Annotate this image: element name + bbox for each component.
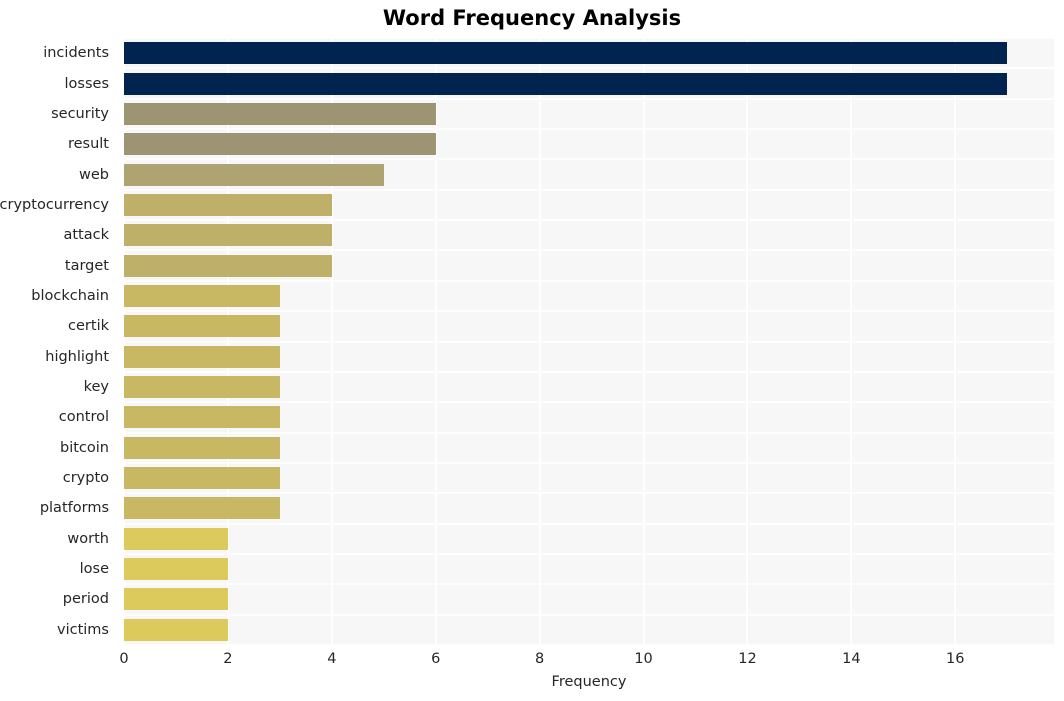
bar xyxy=(124,467,280,490)
bar xyxy=(124,345,280,368)
gridline-horizontal xyxy=(124,644,1054,645)
gridline-horizontal xyxy=(124,522,1054,525)
y-axis-tick-label: period xyxy=(62,591,109,608)
gridline-horizontal xyxy=(124,461,1054,464)
y-axis-tick-label: blockchain xyxy=(31,287,109,304)
gridline-vertical xyxy=(850,38,853,645)
bar xyxy=(124,133,436,156)
x-axis-tick-label: 14 xyxy=(842,651,861,667)
bar xyxy=(124,254,332,277)
y-axis-tick-label: lose xyxy=(79,561,109,578)
y-axis-tick-label: victims xyxy=(57,621,109,638)
bar xyxy=(124,527,228,550)
gridline-horizontal xyxy=(124,370,1054,373)
y-axis-tick-label: certik xyxy=(68,318,109,335)
gridline-horizontal xyxy=(124,219,1054,222)
bar xyxy=(124,436,280,459)
gridline-horizontal xyxy=(124,38,1054,39)
x-axis-tick-label: 16 xyxy=(946,651,965,667)
x-axis-tick-label: 4 xyxy=(327,651,337,667)
gridline-vertical xyxy=(330,38,333,645)
y-axis-tick-label: web xyxy=(79,166,109,183)
y-axis-tick-label: losses xyxy=(64,75,109,92)
gridline-vertical xyxy=(954,38,957,645)
bar xyxy=(124,588,228,611)
plot-area xyxy=(124,38,1054,645)
y-axis-tick-label: key xyxy=(83,379,109,396)
gridline-horizontal xyxy=(124,401,1054,404)
y-axis-tick-label: worth xyxy=(67,530,109,547)
bar xyxy=(124,618,228,641)
gridline-vertical xyxy=(226,38,229,645)
gridline-horizontal xyxy=(124,340,1054,343)
x-axis-tick-label: 8 xyxy=(535,651,545,667)
bar xyxy=(124,558,228,581)
gridline-vertical xyxy=(642,38,645,645)
gridline-horizontal xyxy=(124,431,1054,434)
chart-figure: Word Frequency Analysis incidents losses s… xyxy=(0,0,1064,701)
y-axis-tick-label: attack xyxy=(63,227,109,244)
y-axis-tick-label: security xyxy=(51,105,109,122)
bar xyxy=(124,102,436,125)
y-axis-tick-label: result xyxy=(67,136,109,153)
x-axis-tick-label: 12 xyxy=(738,651,757,667)
gridline-horizontal xyxy=(124,492,1054,495)
bar xyxy=(124,376,280,399)
bar xyxy=(124,193,332,216)
y-axis-tick-label: highlight xyxy=(45,348,109,365)
gridline-horizontal xyxy=(124,249,1054,252)
gridline-vertical xyxy=(124,38,125,645)
y-axis-tick-labels: incidents losses security result web cryptocu… xyxy=(0,0,118,701)
gridline-horizontal xyxy=(124,97,1054,100)
y-axis-tick-label: bitcoin xyxy=(60,439,109,456)
y-axis-tick-label: crypto xyxy=(62,470,109,487)
bar xyxy=(124,163,384,186)
gridline-horizontal xyxy=(124,310,1054,313)
bar xyxy=(124,284,280,307)
x-axis-tick-label: 6 xyxy=(431,651,441,667)
x-axis-tick-label: 0 xyxy=(119,651,129,667)
chart-title: Word Frequency Analysis xyxy=(382,6,682,30)
bar xyxy=(124,497,280,520)
gridline-vertical xyxy=(434,38,437,645)
gridline-horizontal xyxy=(124,128,1054,131)
gridline-horizontal xyxy=(124,552,1054,555)
gridline-horizontal xyxy=(124,158,1054,161)
bar xyxy=(124,224,332,247)
y-axis-tick-label: cryptocurrency xyxy=(0,196,109,213)
y-axis-tick-label: target xyxy=(64,257,109,274)
bar xyxy=(124,406,280,429)
bar xyxy=(124,42,1008,65)
gridline-horizontal xyxy=(124,188,1054,191)
bar xyxy=(124,72,1008,95)
gridline-vertical xyxy=(746,38,749,645)
x-axis-tick-label: 2 xyxy=(223,651,233,667)
gridline-horizontal xyxy=(124,613,1054,616)
gridline-horizontal xyxy=(124,583,1054,586)
bar xyxy=(124,315,280,338)
y-axis-tick-label: incidents xyxy=(43,45,109,62)
gridline-horizontal xyxy=(124,67,1054,70)
y-axis-tick-label: platforms xyxy=(39,500,109,517)
gridline-vertical xyxy=(538,38,541,645)
gridline-horizontal xyxy=(124,279,1054,282)
x-axis-tick-label: 10 xyxy=(634,651,653,667)
y-axis-tick-label: control xyxy=(58,409,109,426)
x-axis-label: Frequency xyxy=(551,674,627,690)
